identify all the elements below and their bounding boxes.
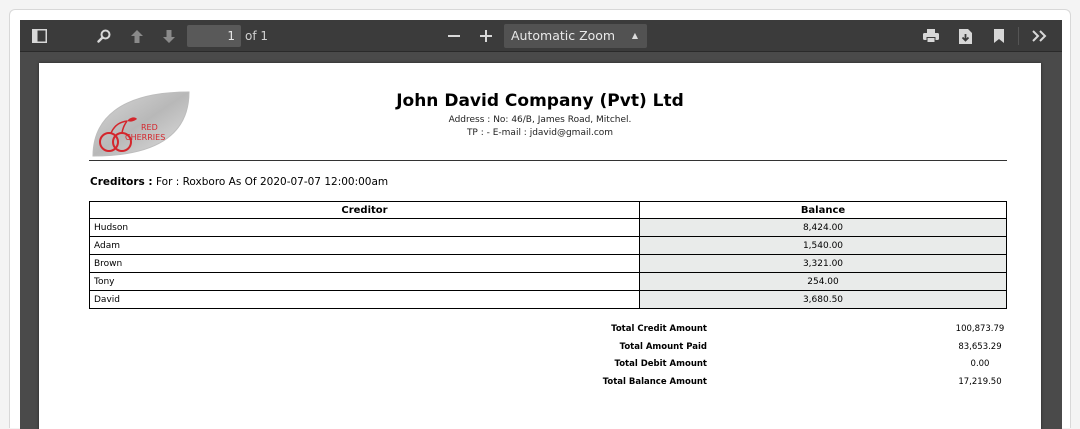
table-row: David 3,680.50	[89, 290, 1007, 309]
balance-cell: 8,424.00	[639, 218, 1007, 237]
download-icon[interactable]	[954, 20, 976, 52]
next-page-icon[interactable]	[158, 20, 180, 52]
previous-page-icon[interactable]	[126, 20, 148, 52]
creditor-cell: Brown	[89, 254, 640, 273]
pdf-viewer: 1 of 1 Automatic Zoom ▲ RED CHERRIES Joh…	[20, 20, 1062, 429]
balance-cell: 3,321.00	[639, 254, 1007, 273]
chevron-updown-icon: ▲	[631, 31, 638, 40]
column-header-creditor: Creditor	[89, 201, 640, 219]
table-row: Tony 254.00	[89, 272, 1007, 291]
creditor-cell: Adam	[89, 236, 640, 255]
creditor-cell: Hudson	[89, 218, 640, 237]
zoom-select-value: Automatic Zoom	[511, 28, 616, 43]
table-header-row: Creditor Balance	[89, 201, 1007, 219]
bookmark-icon[interactable]	[988, 20, 1010, 52]
total-value: 0.00	[970, 359, 990, 370]
page-count-label: of 1	[245, 29, 269, 43]
total-label: Total Debit Amount	[614, 359, 707, 370]
company-contact: TP : - E-mail : jdavid@gmail.com	[466, 128, 614, 138]
creditor-cell: David	[89, 290, 640, 309]
caption-label: Creditors :	[90, 176, 153, 188]
column-header-balance: Balance	[639, 201, 1007, 219]
page-number-input[interactable]: 1	[187, 25, 241, 47]
total-value: 17,219.50	[958, 377, 1002, 388]
search-icon[interactable]	[93, 20, 115, 52]
zoom-in-icon[interactable]	[475, 20, 497, 52]
total-value: 83,653.29	[958, 341, 1002, 352]
browser-frame: 1 of 1 Automatic Zoom ▲ RED CHERRIES Joh…	[9, 9, 1071, 429]
company-name: John David Company (Pvt) Ltd	[396, 91, 684, 111]
balance-cell: 3,680.50	[639, 290, 1007, 309]
pdf-toolbar: 1 of 1 Automatic Zoom ▲	[20, 20, 1062, 52]
tools-icon[interactable]	[1028, 20, 1052, 52]
sidebar-toggle-icon[interactable]	[28, 20, 50, 52]
table-row: Brown 3,321.00	[89, 254, 1007, 273]
total-label: Total Amount Paid	[619, 341, 707, 352]
table-row: Hudson 8,424.00	[89, 218, 1007, 237]
balance-cell: 1,540.00	[639, 236, 1007, 255]
table-row: Adam 1,540.00	[89, 236, 1007, 255]
total-label: Total Credit Amount	[611, 324, 707, 334]
toolbar-separator	[1018, 27, 1019, 45]
header-divider	[89, 160, 1007, 161]
zoom-select[interactable]: Automatic Zoom ▲	[504, 24, 647, 48]
print-icon[interactable]	[920, 20, 942, 52]
pdf-page: RED CHERRIES John David Company (Pvt) Lt…	[39, 63, 1041, 429]
creditors-table: Creditor Balance Hudson 8,424.00 Adam 1,…	[89, 201, 1007, 309]
creditor-cell: Tony	[89, 272, 640, 291]
total-label: Total Balance Amount	[602, 377, 707, 388]
balance-cell: 254.00	[639, 272, 1007, 291]
total-value: 100,873.79	[955, 324, 1005, 334]
zoom-out-icon[interactable]	[443, 20, 465, 52]
report-caption: Creditors : For : Roxboro As Of 2020-07-…	[90, 176, 388, 188]
company-address: Address : No: 46/B, James Road, Mitchel.	[448, 115, 632, 125]
caption-text: For : Roxboro As Of 2020-07-07 12:00:00a…	[155, 176, 389, 188]
